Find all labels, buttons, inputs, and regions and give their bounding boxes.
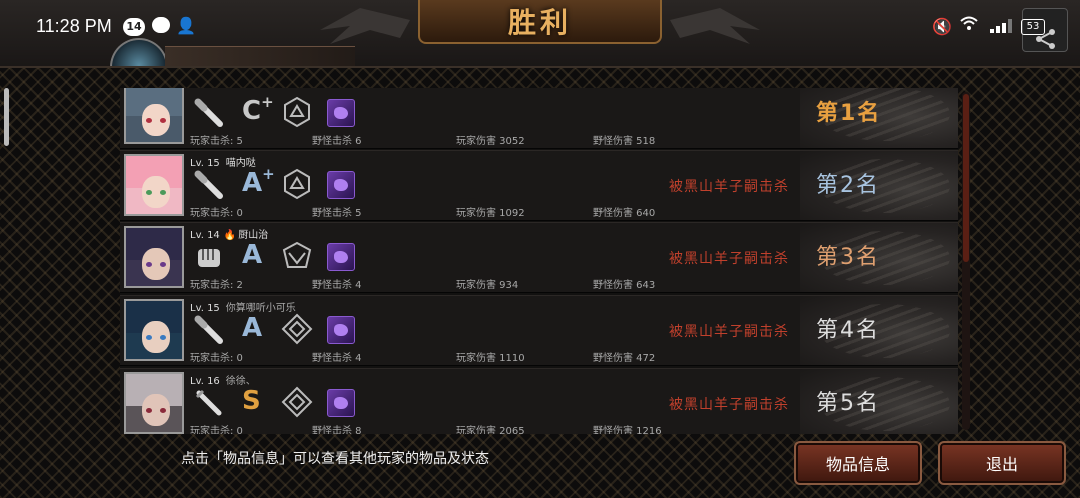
player-kills: 玩家击杀: 0: [190, 426, 243, 434]
bat-icon: [194, 98, 223, 127]
rank-box: 第2名: [800, 151, 958, 220]
player-damage: 玩家伤害 3052: [456, 136, 525, 147]
person-icon: 👤: [176, 16, 196, 35]
rank-box: 第4名: [800, 296, 958, 365]
avatar: [124, 372, 184, 434]
signal-strength-icon: [990, 17, 1012, 33]
player-damage: 玩家伤害 1110: [456, 353, 525, 364]
monster-damage: 野怪伤害 1216: [593, 426, 662, 434]
player-damage: 玩家伤害 1092: [456, 208, 525, 219]
beast-skill-icon: [327, 99, 355, 127]
player-kills: 玩家击杀: 0: [190, 208, 243, 219]
beast-skill-icon: [327, 243, 355, 271]
monster-kills: 野怪击杀 5: [312, 208, 362, 219]
blade-icon: [195, 389, 222, 416]
avatar: [124, 154, 184, 216]
avatar: [124, 299, 184, 361]
rank-label: 第1名: [816, 101, 882, 126]
share-icon: [1036, 29, 1055, 49]
monster-damage: 野怪伤害 518: [593, 136, 656, 147]
player-kills: 玩家击杀: 5: [190, 136, 243, 147]
item-info-button[interactable]: 物品信息: [794, 441, 922, 485]
killed-by-text: 被黑山羊子嗣击杀: [669, 251, 789, 267]
hint-text: 点击「物品信息」可以查看其他玩家的物品及状态: [181, 451, 489, 467]
monster-damage: 野怪伤害 643: [593, 280, 656, 291]
rank-label: 第2名: [816, 173, 880, 198]
bat-icon: [194, 170, 223, 199]
rank-box: 第5名: [800, 369, 958, 434]
left-scroll-indicator: [4, 88, 9, 146]
monster-kills: 野怪击杀 6: [312, 136, 362, 147]
ranking-list[interactable]: C+ 玩家击杀: 5 野怪击杀 6 玩家伤害 3052 野怪伤害 518 第1名…: [120, 88, 958, 434]
player-damage: 玩家伤害 934: [456, 280, 519, 291]
monster-damage: 野怪伤害 640: [593, 208, 656, 219]
ranking-row-5[interactable]: Lv. 16 徐徐、 S 玩家击杀: 0 野怪击杀 8 玩家伤害 2065 野怪伤…: [120, 368, 958, 434]
grade-badge: A: [242, 313, 263, 343]
player-damage: 玩家伤害 2065: [456, 426, 525, 434]
shield-emblem-icon: [282, 241, 312, 268]
diamond-emblem-icon: [281, 386, 313, 418]
notification-count-badge: 14: [123, 18, 145, 36]
avatar: [124, 88, 184, 144]
grade-badge: C+: [242, 93, 274, 126]
grade-badge: A: [242, 240, 263, 270]
monster-kills: 野怪击杀 4: [312, 353, 362, 364]
grade-badge: S: [242, 386, 261, 416]
chat-bubble-icon: [152, 17, 170, 33]
hexagon-emblem-icon: [284, 96, 310, 128]
monster-kills: 野怪击杀 8: [312, 426, 362, 434]
player-kills: 玩家击杀: 2: [190, 280, 243, 291]
rank-label: 第4名: [816, 318, 880, 343]
scrollbar-thumb[interactable]: [963, 94, 969, 262]
ranking-row-4[interactable]: Lv. 15 你算哪听小可乐 A 玩家击杀: 0 野怪击杀 4 玩家伤害 1110…: [120, 295, 958, 366]
killed-by-text: 被黑山羊子嗣击杀: [669, 179, 789, 195]
grade-badge: A+: [242, 165, 275, 198]
killed-by-text: 被黑山羊子嗣击杀: [669, 397, 789, 413]
exit-button[interactable]: 退出: [938, 441, 1066, 485]
player-kills: 玩家击杀: 0: [190, 353, 243, 364]
killed-by-text: 被黑山羊子嗣击杀: [669, 324, 789, 340]
bat-icon: [194, 315, 223, 344]
beast-skill-icon: [327, 389, 355, 417]
wifi-icon: [960, 15, 978, 36]
beast-skill-icon: [327, 171, 355, 199]
rank-box: 第3名: [800, 223, 958, 292]
fist-icon: [198, 249, 220, 267]
diamond-emblem-icon: [281, 313, 313, 345]
ranking-row-3[interactable]: Lv. 14 🔥 厨山治 A 玩家击杀: 2 野怪击杀 4 玩家伤害 934 野怪伤…: [120, 222, 958, 293]
monster-damage: 野怪伤害 472: [593, 353, 656, 364]
rank-label: 第5名: [816, 391, 880, 416]
monster-kills: 野怪击杀 4: [312, 280, 362, 291]
clock: 11:28 PM: [36, 16, 112, 36]
beast-skill-icon: [327, 316, 355, 344]
rank-label: 第3名: [816, 245, 880, 270]
status-bar: 11:28 PM 14 👤 🔇: [0, 0, 1080, 56]
ranking-row-1[interactable]: C+ 玩家击杀: 5 野怪击杀 6 玩家伤害 3052 野怪伤害 518 第1名: [120, 88, 958, 149]
rank-box: 第1名: [800, 88, 958, 148]
ranking-row-2[interactable]: Lv. 15 喵内哒 A+ 玩家击杀: 0 野怪击杀 5 玩家伤害 1092 野怪…: [120, 150, 958, 221]
hexagon-emblem-icon: [284, 168, 310, 200]
mute-icon: 🔇: [932, 17, 952, 36]
share-button[interactable]: 53: [1021, 8, 1068, 52]
player-name-plate-top: [165, 46, 355, 68]
avatar: [124, 226, 184, 288]
